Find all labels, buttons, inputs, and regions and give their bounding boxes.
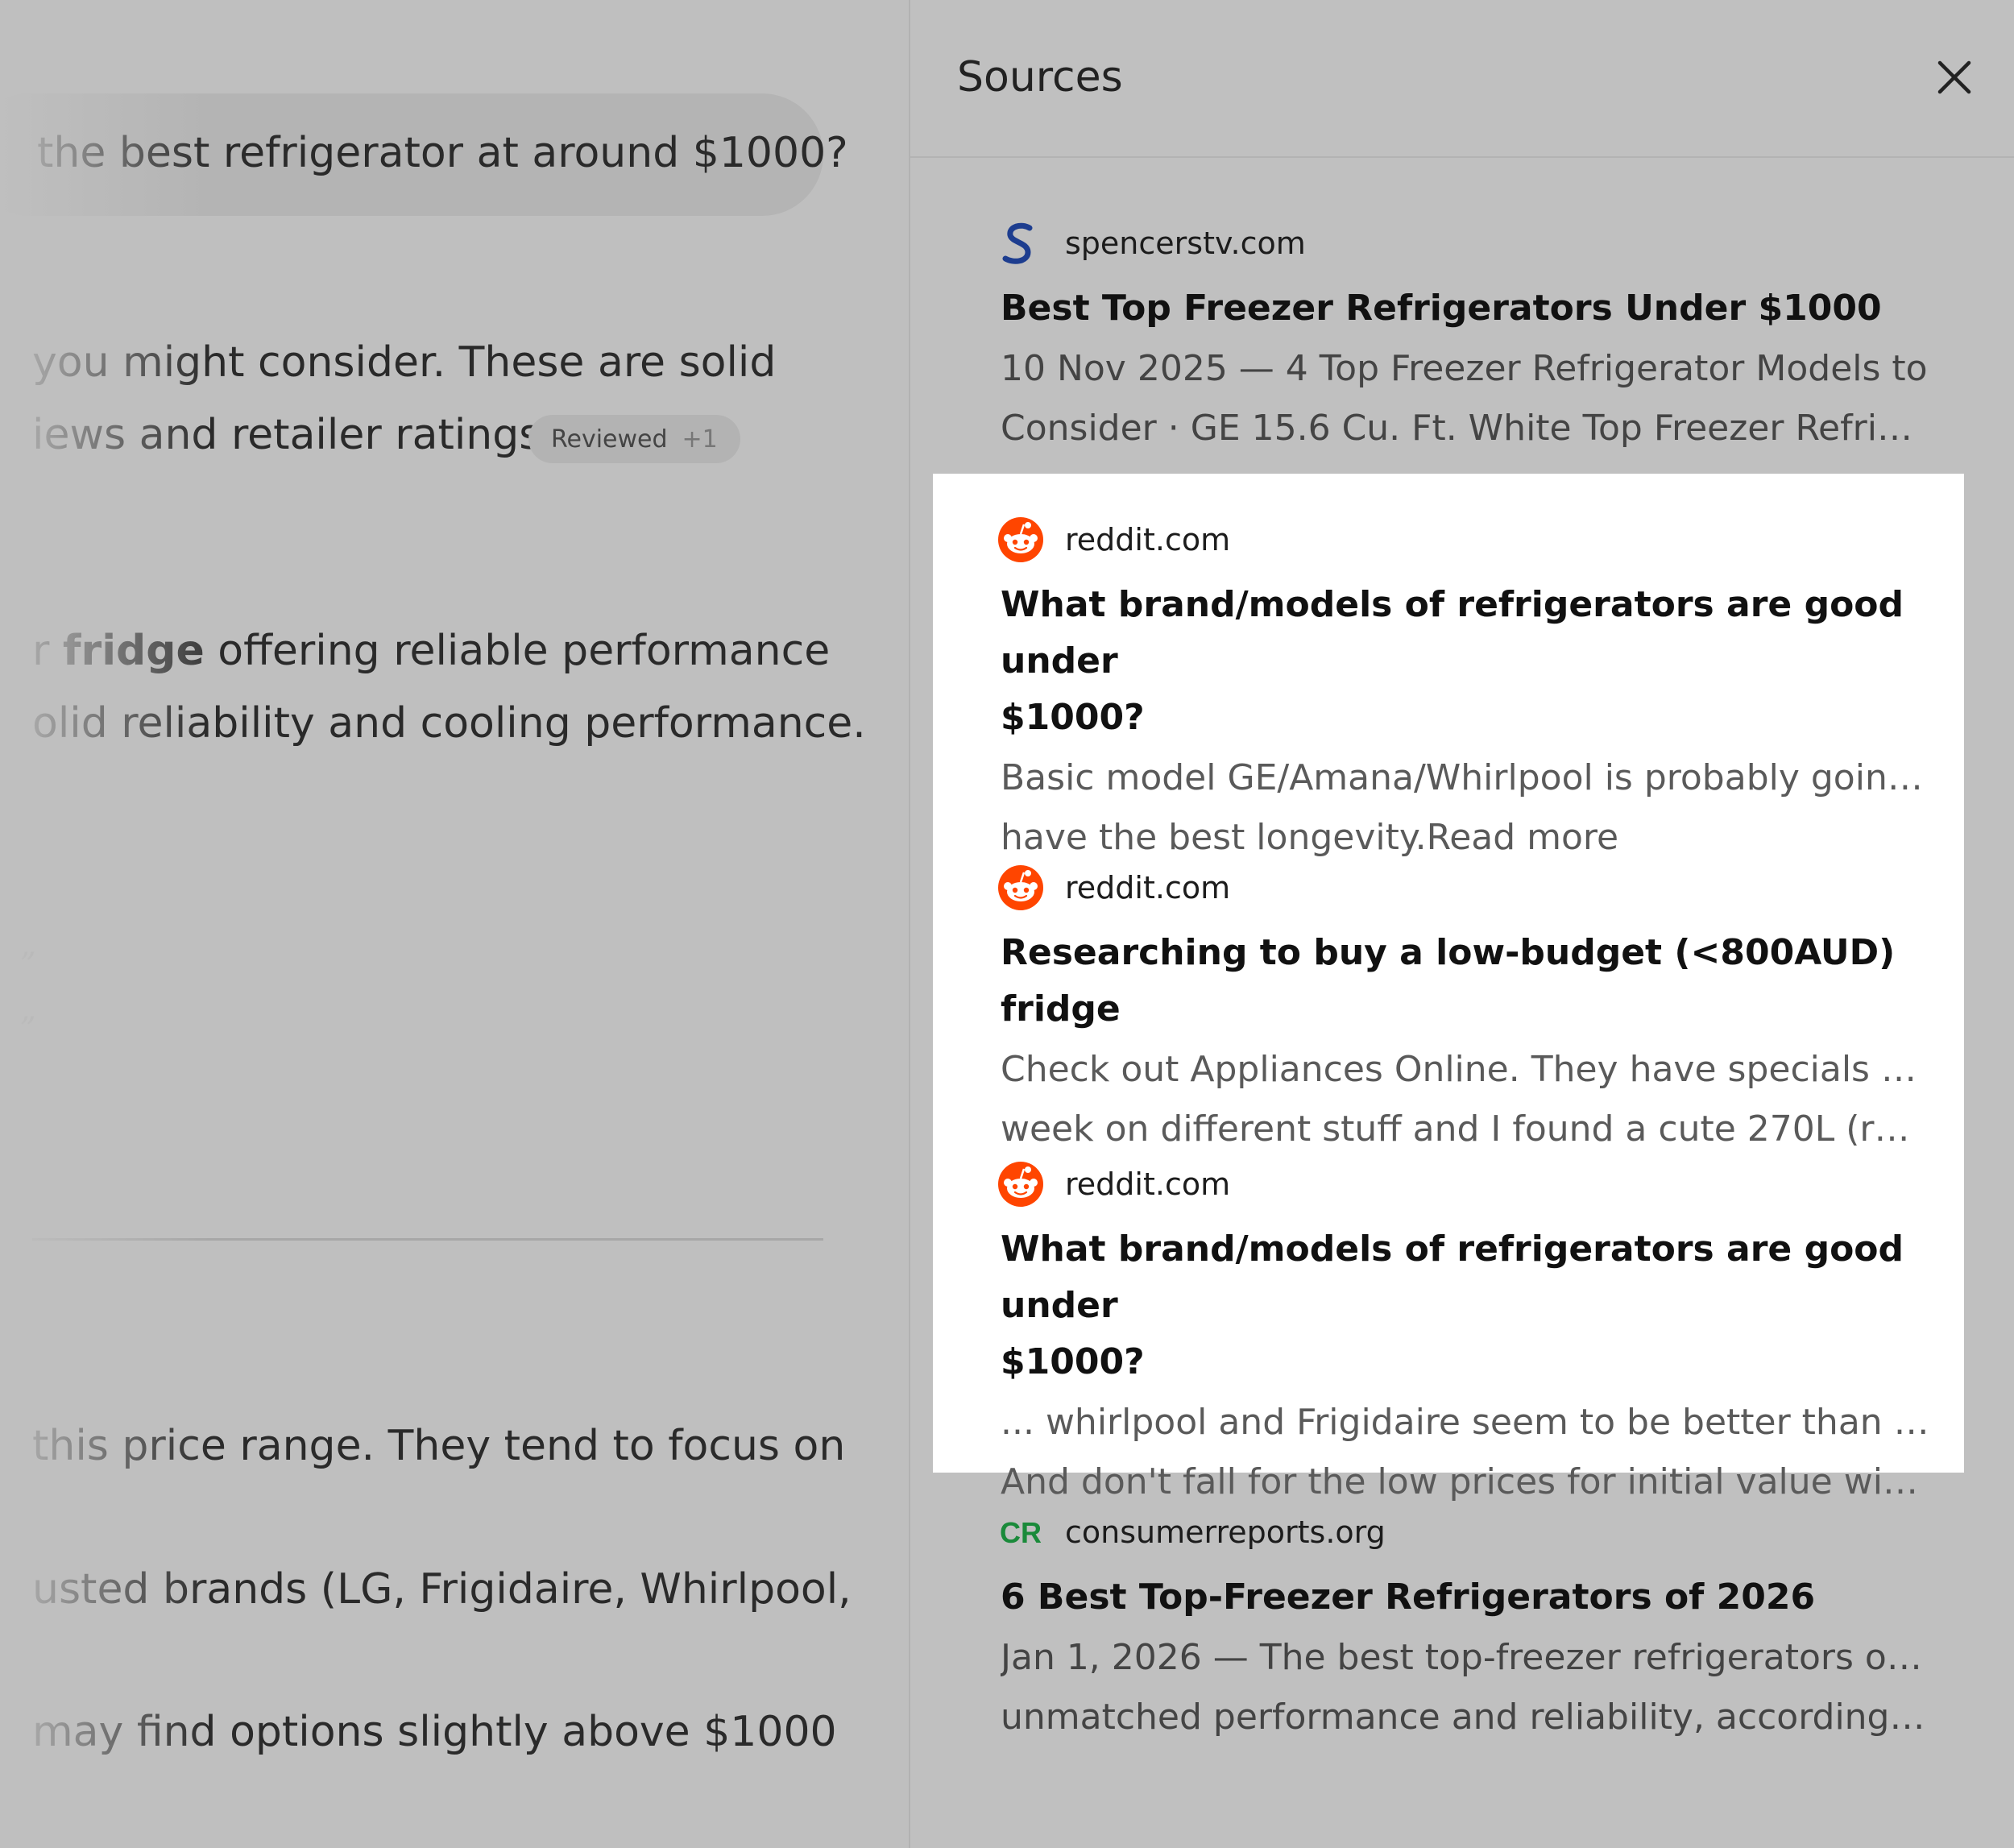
source-domain: reddit.com xyxy=(1065,522,1231,557)
source-card[interactable]: reddit.com What brand/models of refriger… xyxy=(933,516,1966,865)
source-snippet: Basic model GE/Amana/Whirlpool is probab… xyxy=(1001,757,1930,798)
response-text-line: may find options slightly above $1000 xyxy=(32,1708,837,1756)
source-snippet: have the best longevity.Read more xyxy=(1001,817,1619,858)
source-title[interactable]: Best Top Freezer Refrigerators Under $10… xyxy=(1001,280,1930,337)
source-card[interactable]: reddit.com Researching to buy a low-budg… xyxy=(933,864,1966,1157)
source-title-line: What brand/models of refrigerators are g… xyxy=(1001,1229,1904,1326)
source-title-line: What brand/models of refrigerators are g… xyxy=(1001,584,1904,682)
source-snippet: week on different stuff and I found a cu… xyxy=(1001,1108,1930,1150)
svg-text:CR: CR xyxy=(1000,1516,1042,1549)
quote-mark-icon: ” xyxy=(19,947,36,984)
source-title[interactable]: What brand/models of refrigerators are g… xyxy=(1001,1221,1930,1390)
reddit-icon xyxy=(997,516,1044,563)
source-domain: reddit.com xyxy=(1065,1166,1231,1202)
source-title-line: $1000? xyxy=(1001,1341,1145,1382)
reviewed-badge-label: Reviewed xyxy=(551,425,668,454)
source-domain: consumerreports.org xyxy=(1065,1514,1386,1550)
section-divider xyxy=(32,1238,823,1241)
user-query-text: the best refrigerator at around $1000? xyxy=(37,129,848,177)
spencers-s-icon xyxy=(997,220,1044,267)
source-snippet: unmatched performance and reliability, a… xyxy=(1001,1697,1930,1738)
reviewed-badge[interactable]: Reviewed +1 xyxy=(528,415,740,463)
response-text-line: iews and retailer ratings: xyxy=(32,411,555,459)
source-title[interactable]: Researching to buy a low-budget (<800AUD… xyxy=(1001,925,1930,1038)
source-title[interactable]: What brand/models of refrigerators are g… xyxy=(1001,577,1930,746)
response-text-line: r fridge offering reliable performance xyxy=(32,627,830,675)
source-snippet: ... whirlpool and Frigidaire seem to be … xyxy=(1001,1402,1930,1443)
consumer-reports-icon: CR xyxy=(997,1509,1044,1556)
source-card[interactable]: CR consumerreports.org 6 Best Top-Freeze… xyxy=(933,1508,1966,1745)
quote-mark-icon: ” xyxy=(19,1011,36,1048)
source-card[interactable]: reddit.com What brand/models of refriger… xyxy=(933,1160,1966,1510)
close-icon xyxy=(1937,60,1971,94)
response-text-line: you might consider. These are solid xyxy=(32,338,777,387)
response-text-suffix: offering reliable performance xyxy=(204,627,831,675)
reddit-icon xyxy=(997,1161,1044,1208)
response-text-line: this price range. They tend to focus on xyxy=(32,1422,846,1470)
response-text-line: olid reliability and cooling performance… xyxy=(32,699,866,748)
source-snippet: Jan 1, 2026 — The best top-freezer refri… xyxy=(1001,1637,1930,1678)
sources-panel-title: Sources xyxy=(957,53,1123,102)
source-card[interactable]: spencerstv.com Best Top Freezer Refriger… xyxy=(933,219,1966,456)
response-text-line: usted brands (LG, Frigidaire, Whirlpool, xyxy=(32,1565,852,1614)
source-snippet: 10 Nov 2025 — 4 Top Freezer Refrigerator… xyxy=(1001,348,1928,389)
reddit-icon xyxy=(997,864,1044,911)
response-text-prefix: r xyxy=(32,627,63,675)
source-domain: reddit.com xyxy=(1065,870,1231,905)
reviewed-badge-count: +1 xyxy=(682,425,718,454)
source-title[interactable]: 6 Best Top-Freezer Refrigerators of 2026 xyxy=(1001,1569,1930,1626)
source-domain: spencerstv.com xyxy=(1065,226,1306,261)
close-button[interactable] xyxy=(1925,48,1983,106)
response-bold-term: fridge xyxy=(62,627,205,675)
source-snippet: Check out Appliances Online. They have s… xyxy=(1001,1049,1930,1090)
sources-panel-header: Sources xyxy=(910,0,2014,158)
source-snippet: And don't fall for the low prices for in… xyxy=(1001,1461,1930,1502)
source-title-line: $1000? xyxy=(1001,697,1145,738)
source-snippet: Consider · GE 15.6 Cu. Ft. White Top Fre… xyxy=(1001,408,1930,449)
chat-area: the best refrigerator at around $1000? y… xyxy=(0,0,909,1848)
